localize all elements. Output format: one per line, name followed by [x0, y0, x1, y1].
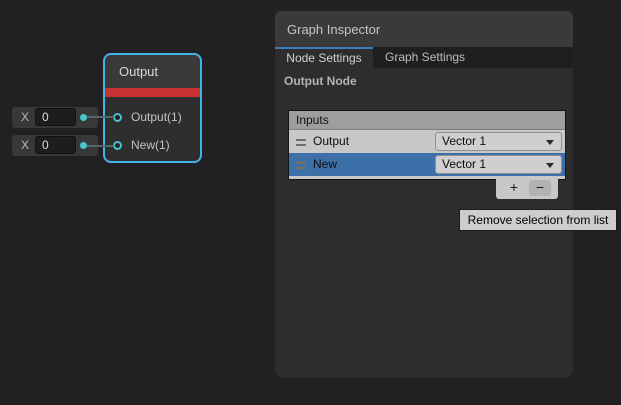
inputs-list: Inputs Output Vector 1 New Vector 1 [288, 110, 566, 180]
list-row-new[interactable]: New Vector 1 [289, 153, 565, 176]
graph-inspector-panel: Graph Inspector Node Settings Graph Sett… [275, 11, 573, 378]
port-new-label: New(1) [131, 138, 170, 152]
node-title: Output [105, 55, 200, 88]
inline-input-output: X 0 [12, 107, 98, 128]
inline-input-new: X 0 [12, 135, 98, 156]
drag-handle-icon[interactable] [296, 139, 306, 146]
edge-new [87, 145, 114, 147]
dropdown-value: Vector 1 [442, 157, 486, 171]
chevron-down-icon [546, 163, 554, 168]
port-output-label: Output(1) [131, 110, 182, 124]
port-output-icon[interactable] [113, 113, 122, 122]
tab-graph-settings[interactable]: Graph Settings [373, 47, 573, 68]
inspector-tabbar: Node Settings Graph Settings [275, 47, 573, 68]
port-new-icon[interactable] [113, 141, 122, 150]
type-dropdown-output[interactable]: Vector 1 [435, 132, 562, 151]
row-name: New [313, 153, 337, 176]
value-field[interactable]: 0 [35, 108, 76, 126]
axis-label: X [21, 135, 29, 156]
add-item-button[interactable]: + [502, 180, 526, 196]
inputs-list-footer: + − [496, 179, 558, 199]
output-node[interactable]: Output Output(1) New(1) [103, 53, 202, 163]
edge-endpoint-dot-icon [80, 114, 87, 121]
node-color-bar [105, 88, 200, 97]
inputs-list-header: Inputs [289, 111, 565, 130]
tooltip: Remove selection from list [459, 209, 617, 231]
remove-item-button[interactable]: − [529, 180, 551, 196]
tab-node-settings[interactable]: Node Settings [275, 47, 373, 68]
axis-label: X [21, 107, 29, 128]
section-title: Output Node [284, 74, 357, 88]
edge-endpoint-dot-icon [80, 142, 87, 149]
drag-handle-icon[interactable] [296, 162, 306, 169]
list-row-output[interactable]: Output Vector 1 [289, 130, 565, 153]
row-name: Output [313, 130, 349, 153]
type-dropdown-new[interactable]: Vector 1 [435, 155, 562, 174]
panel-title: Graph Inspector [275, 11, 573, 47]
value-field[interactable]: 0 [35, 136, 76, 154]
chevron-down-icon [546, 140, 554, 145]
edge-output [87, 116, 114, 118]
dropdown-value: Vector 1 [442, 134, 486, 148]
